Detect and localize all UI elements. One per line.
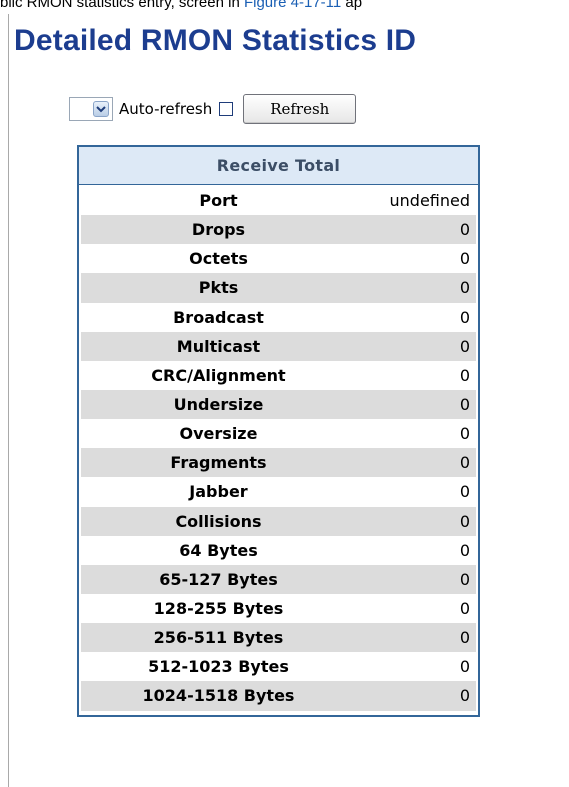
- row-value: 0: [459, 395, 470, 415]
- table-row: 256-511 Bytes 0: [81, 623, 476, 653]
- row-label: 64 Bytes: [179, 540, 258, 560]
- row-label: Pkts: [198, 278, 239, 298]
- row-label: CRC/Alignment: [151, 365, 286, 385]
- auto-refresh-checkbox[interactable]: [219, 102, 234, 116]
- row-value: undefined: [389, 191, 471, 211]
- row-label: Port: [199, 191, 238, 211]
- page-title: Detailed RMON Statistics ID: [14, 24, 417, 57]
- table-row: 64 Bytes 0: [81, 536, 476, 565]
- row-label: Jabber: [189, 482, 248, 502]
- table-row: Pkts 0: [81, 273, 476, 303]
- row-value: 0: [459, 569, 470, 589]
- row-label: Oversize: [179, 424, 258, 444]
- table-row: Fragments 0: [81, 448, 476, 478]
- caption-text-before: blic RMON statistics entry, screen in: [0, 0, 244, 10]
- row-label: 65-127 Bytes: [159, 569, 278, 589]
- table-body: Port undefined Drops 0 Octets 0 Pkts 0 Broadcast…: [79, 185, 478, 715]
- table-row: 65-127 Bytes 0: [81, 564, 476, 594]
- row-label: Multicast: [176, 336, 261, 356]
- row-value: 0: [459, 657, 470, 677]
- table-header: Receive Total: [79, 147, 478, 185]
- row-label: Broadcast: [173, 307, 264, 327]
- row-label: Collisions: [175, 511, 262, 531]
- toolbar: Auto-refresh Refresh: [69, 94, 357, 124]
- refresh-button[interactable]: Refresh: [243, 94, 357, 124]
- row-value: 0: [459, 424, 470, 444]
- row-value: 0: [459, 482, 470, 502]
- port-select[interactable]: [69, 97, 113, 121]
- row-value: 0: [459, 686, 470, 706]
- row-value: 0: [459, 628, 470, 648]
- row-label: Drops: [191, 220, 246, 240]
- table-row: 128-255 Bytes 0: [81, 594, 476, 623]
- row-value: 0: [459, 599, 470, 619]
- rmon-statistics-table: Receive Total Port undefined Drops 0 Octets 0…: [77, 145, 480, 717]
- table-row: Octets 0: [81, 244, 476, 273]
- row-value: 0: [459, 278, 470, 298]
- row-label: 128-255 Bytes: [153, 599, 284, 619]
- table-row: Drops 0: [81, 215, 476, 245]
- row-value: 0: [459, 249, 470, 269]
- row-value: 0: [459, 453, 470, 473]
- caption-line: blic RMON statistics entry, screen in Fi…: [0, 0, 569, 10]
- table-row: Oversize 0: [81, 419, 476, 448]
- row-value: 0: [459, 307, 470, 327]
- auto-refresh-label: Auto-refresh: [119, 100, 213, 118]
- table-row: Collisions 0: [81, 506, 476, 536]
- row-label: 256-511 Bytes: [153, 628, 284, 648]
- page-left-border: [8, 14, 9, 787]
- figure-link[interactable]: Figure 4-17-11: [244, 0, 341, 10]
- table-row: 512-1023 Bytes 0: [81, 652, 476, 681]
- row-label: Octets: [189, 249, 248, 269]
- table-row: 1024-1518 Bytes 0: [81, 681, 476, 711]
- row-value: 0: [459, 220, 470, 240]
- chevron-down-icon[interactable]: [93, 101, 109, 117]
- row-value: 0: [459, 511, 470, 531]
- table-row: Undersize 0: [81, 389, 476, 420]
- row-label: Undersize: [173, 395, 264, 415]
- table-row: Jabber 0: [81, 477, 476, 506]
- table-row: Multicast 0: [81, 331, 476, 361]
- row-label: 512-1023 Bytes: [148, 657, 289, 677]
- row-label: 1024-1518 Bytes: [142, 686, 295, 706]
- table-row: Port undefined: [81, 186, 476, 215]
- row-value: 0: [459, 365, 470, 385]
- row-label: Fragments: [170, 453, 267, 473]
- table-row: CRC/Alignment 0: [81, 361, 476, 390]
- caption-text-after: ap: [341, 0, 363, 10]
- row-value: 0: [459, 336, 470, 356]
- row-value: 0: [459, 540, 470, 560]
- table-row: Broadcast 0: [81, 303, 476, 332]
